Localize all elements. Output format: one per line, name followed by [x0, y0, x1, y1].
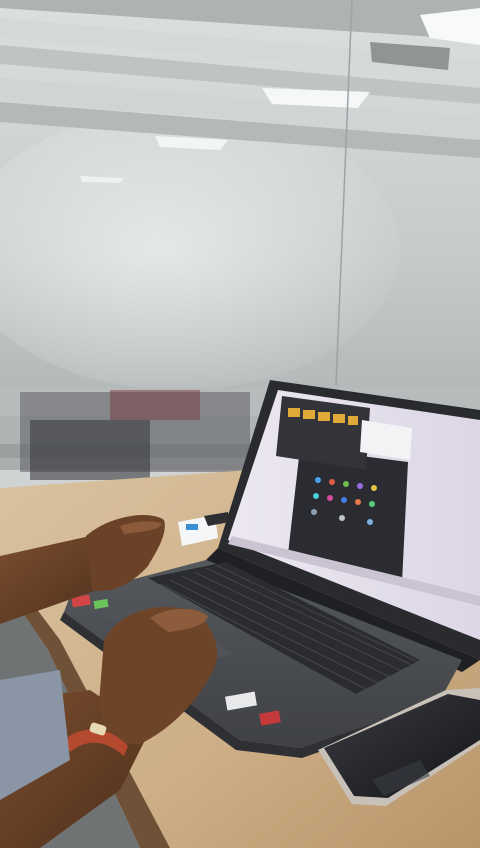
- photo-scene: [0, 0, 480, 848]
- room-behind-glass: [20, 390, 250, 480]
